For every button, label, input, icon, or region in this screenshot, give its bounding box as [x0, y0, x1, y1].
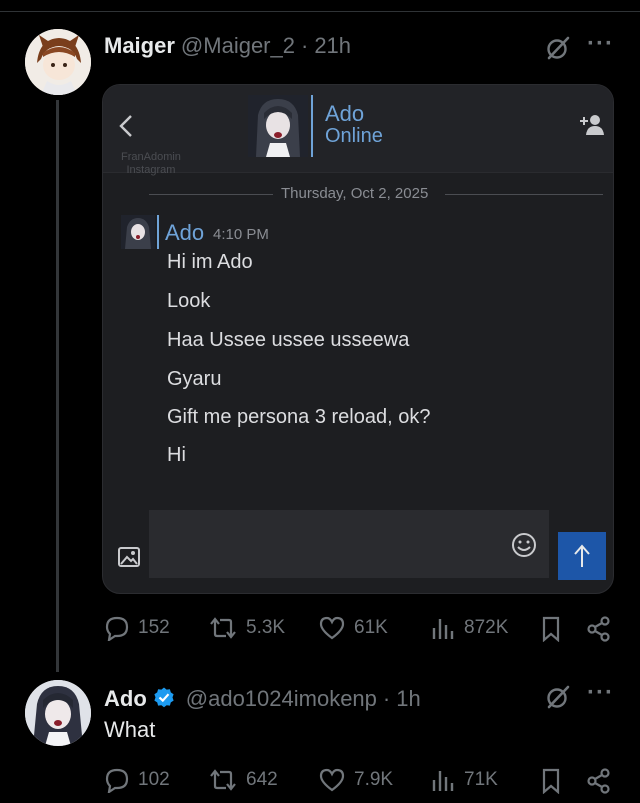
back-arrow-icon [119, 115, 132, 137]
watermark: FranAdomin Instagram [121, 151, 181, 176]
avatar[interactable] [25, 29, 91, 95]
views-button[interactable]: 71K [430, 767, 498, 793]
author-handle[interactable]: @ado1024imokenp [186, 686, 377, 712]
chat-message: Look [167, 290, 211, 312]
repost-button[interactable]: 642 [208, 767, 278, 793]
reply-button[interactable]: 152 [104, 615, 170, 641]
like-icon [319, 768, 345, 792]
repost-button[interactable]: 5.3K [208, 615, 285, 641]
add-friend-icon [580, 115, 604, 135]
message-sender: Ado [165, 220, 205, 245]
image-icon [118, 547, 140, 567]
date-divider-left [149, 194, 273, 195]
verified-badge-icon[interactable] [152, 686, 176, 710]
reply-count: 152 [138, 617, 170, 638]
reply-icon [105, 768, 129, 793]
share-icon[interactable] [586, 768, 612, 794]
like-count: 7.9K [354, 769, 394, 790]
tweet-text: What [104, 717, 156, 742]
message-avatar-divider [157, 215, 159, 249]
grok-icon[interactable] [545, 684, 571, 710]
date-divider-right [445, 194, 603, 195]
repost-icon [210, 617, 236, 639]
message-time: 4:10 PM [213, 226, 269, 243]
views-count: 872K [464, 617, 509, 638]
tweet-time[interactable]: 1h [396, 686, 420, 712]
avatar[interactable] [25, 680, 91, 746]
top-divider [0, 11, 640, 12]
message-avatar [121, 215, 155, 249]
like-count: 61K [354, 617, 388, 638]
chat-message: Gyaru [167, 368, 222, 390]
tweet-time[interactable]: 21h [314, 33, 351, 59]
tweet-header: Maiger @Maiger_2 · 21h [104, 33, 351, 59]
chat-compose-field [149, 510, 549, 578]
chat-message: Hi [167, 444, 186, 466]
tweet-header: Ado @ado1024imokenp · 1h [104, 682, 421, 712]
views-button[interactable]: 872K [430, 615, 508, 641]
like-icon [319, 616, 345, 640]
views-icon [432, 619, 454, 639]
author-handle[interactable]: @Maiger_2 [181, 33, 295, 59]
emoji-icon [512, 533, 536, 557]
bookmark-icon[interactable] [540, 616, 562, 642]
send-arrow-icon [574, 544, 590, 567]
repost-count: 5.3K [246, 617, 286, 638]
reply-icon [105, 616, 129, 641]
chat-date: Thursday, Oct 2, 2025 [281, 185, 429, 202]
bookmark-icon[interactable] [540, 768, 562, 794]
chat-name: Ado [325, 101, 365, 126]
embedded-image[interactable]: Ado Online FranAdomin Instagram Thursday… [102, 84, 614, 594]
chat-message: Gift me persona 3 reload, ok? [167, 406, 431, 428]
thread-line [56, 100, 59, 672]
time-separator: · [300, 33, 309, 58]
views-icon [432, 771, 454, 791]
like-button[interactable]: 61K [318, 615, 388, 641]
share-icon[interactable] [586, 616, 612, 642]
time-separator: · [382, 686, 391, 711]
chat-message: Haa Ussee ussee usseewa [167, 329, 410, 351]
chat-avatar [248, 95, 308, 157]
chat-avatar-divider [311, 95, 313, 157]
author-name[interactable]: Maiger [104, 33, 175, 59]
more-icon[interactable]: ··· [587, 30, 614, 58]
reply-count: 102 [138, 769, 170, 790]
chat-status: Online [325, 125, 383, 147]
more-icon[interactable]: ··· [587, 679, 614, 707]
send-button [558, 532, 606, 580]
author-name[interactable]: Ado [104, 686, 147, 712]
repost-count: 642 [246, 769, 278, 790]
reply-button[interactable]: 102 [104, 767, 170, 793]
like-button[interactable]: 7.9K [318, 767, 393, 793]
views-count: 71K [464, 769, 498, 790]
chat-message: Hi im Ado [167, 251, 253, 273]
grok-icon[interactable] [545, 35, 571, 61]
repost-icon [210, 769, 236, 791]
